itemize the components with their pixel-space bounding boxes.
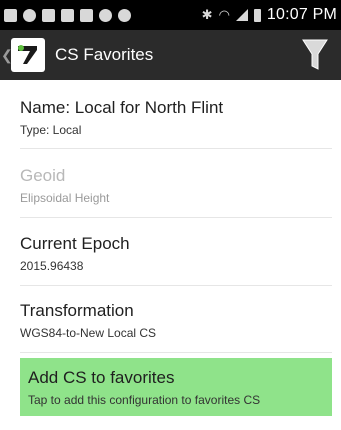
divider [20,217,332,218]
image-icon [61,8,74,22]
status-time: 10:07 PM [266,6,337,23]
usb-icon [42,8,55,22]
list-item-name[interactable]: Name: Local for North Flint Type: Local [20,98,332,137]
vibrate-icon [99,8,112,22]
filter-svg [302,39,328,70]
list-item-current-epoch[interactable]: Current Epoch 2015.96438 [20,234,332,273]
add-to-favorites-button[interactable]: Add CS to favorites Tap to add this conf… [20,358,332,416]
item-title: Geoid [20,166,66,185]
back-chevron-icon[interactable]: ❮ [1,47,13,64]
item-subtitle: 2015.96438 [20,259,84,273]
filter-icon[interactable] [299,36,331,74]
notification-icons [0,8,131,22]
status-bar: ✱ ◠ 10:07 PM [0,0,341,30]
item-subtitle: WGS84-to-New Local CS [20,326,157,340]
action-bar: ❮ CS Favorites [0,30,341,80]
add-to-favorites-title: Add CS to favorites [28,368,175,387]
divider [20,148,332,149]
bluetooth-icon: ✱ [201,7,213,22]
add-to-favorites-subtitle: Tap to add this configuration to favorit… [28,393,261,407]
item-title: Name: Local for North Flint [20,98,224,117]
list-item-geoid: Geoid Elipsoidal Height [20,166,332,205]
signal-icon [235,9,248,21]
item-title: Transformation [20,301,134,320]
list-item-transformation[interactable]: Transformation WGS84-to-New Local CS [20,301,332,340]
item-subtitle: Elipsoidal Height [20,191,110,205]
wifi-icon: ◠ [218,7,230,22]
system-icons: ✱ ◠ 10:07 PM [202,6,341,24]
app-logo-svg [18,45,37,64]
divider [20,285,332,286]
item-title: Current Epoch [20,234,130,253]
divider [20,352,332,353]
item-subtitle: Type: Local [20,123,82,137]
facebook-icon [80,8,93,22]
sync-icon [23,8,36,22]
vibrate-icon [118,8,131,22]
battery-icon [253,8,261,22]
message-icon [4,8,17,22]
page-title: CS Favorites [55,45,154,64]
app-logo-icon[interactable] [11,38,45,72]
